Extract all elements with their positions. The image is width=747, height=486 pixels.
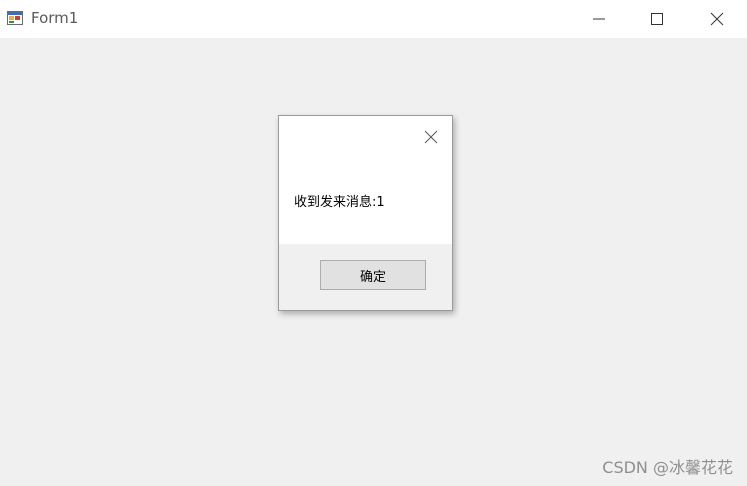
close-button[interactable] (688, 0, 746, 38)
minimize-icon (593, 18, 605, 20)
ok-button[interactable]: 确定 (320, 260, 426, 290)
close-icon (710, 12, 724, 26)
close-icon (424, 130, 438, 144)
message-text: 收到发来消息:1 (294, 195, 385, 210)
maximize-icon (651, 13, 663, 25)
message-box-close-button[interactable] (421, 127, 441, 147)
title-bar[interactable]: Form1 (0, 0, 747, 38)
maximize-button[interactable] (628, 0, 686, 38)
message-box-footer: 确定 (279, 244, 452, 310)
watermark-text: CSDN @冰馨花花 (602, 458, 733, 477)
minimize-button[interactable] (570, 0, 628, 38)
window-title: Form1 (31, 9, 79, 27)
form1-window: Form1 收到发来消息:1 确定 CSDN @冰馨花花 (0, 0, 747, 486)
winforms-app-icon[interactable] (7, 10, 23, 26)
message-box-dialog: 收到发来消息:1 确定 (278, 115, 453, 311)
